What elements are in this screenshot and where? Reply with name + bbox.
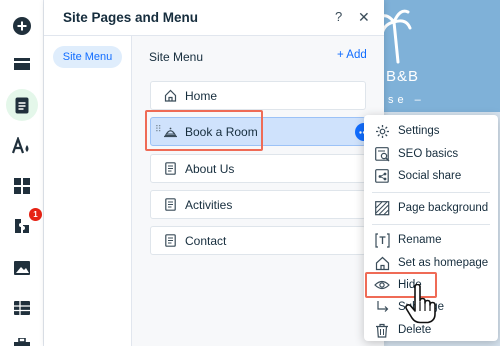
design-icon bbox=[12, 137, 29, 154]
page-label: About Us bbox=[185, 161, 235, 176]
page-label: Activities bbox=[185, 197, 233, 212]
share-icon bbox=[374, 168, 390, 184]
media-button[interactable] bbox=[6, 252, 38, 284]
design-button[interactable] bbox=[6, 130, 38, 162]
page-icon bbox=[163, 162, 177, 176]
sections-icon bbox=[14, 58, 30, 70]
page-item-about-us[interactable]: About Us bbox=[150, 154, 366, 183]
page-item-contact[interactable]: Contact bbox=[150, 226, 366, 255]
preview-site-title: B&B bbox=[386, 68, 420, 85]
menu-item-page-background[interactable]: Page background bbox=[364, 198, 498, 218]
background-icon bbox=[374, 200, 390, 216]
notification-badge: 1 bbox=[29, 208, 42, 221]
pages-menu-button[interactable] bbox=[6, 89, 38, 121]
menu-item-label: Rename bbox=[398, 234, 442, 246]
panel-title: Site Pages and Menu bbox=[63, 10, 199, 25]
add-page-button[interactable]: + Add bbox=[337, 49, 367, 61]
menu-item-label: SEO basics bbox=[398, 148, 459, 160]
menu-item-label: Page background bbox=[398, 202, 489, 214]
gear-icon bbox=[374, 123, 390, 139]
portfolio-button[interactable] bbox=[6, 330, 38, 346]
home-icon bbox=[374, 255, 390, 271]
site-pages-panel: Site Pages and Menu ? ✕ Site Menu Site M… bbox=[44, 0, 384, 346]
portfolio-icon bbox=[14, 338, 30, 346]
help-button[interactable]: ? bbox=[335, 9, 342, 24]
menu-item-rename[interactable]: Rename bbox=[364, 230, 498, 250]
seo-icon bbox=[374, 146, 390, 162]
add-icon bbox=[13, 17, 31, 35]
selected-page-highlight bbox=[145, 110, 263, 151]
menu-item-set-as-homepage[interactable]: Set as homepage bbox=[364, 253, 498, 273]
rename-icon bbox=[374, 232, 390, 248]
page-item-activities[interactable]: Activities bbox=[150, 190, 366, 219]
site-menu-list: Site Menu + Add Home ⠿ Book a Room About… bbox=[132, 36, 384, 346]
section-title: Site Menu bbox=[149, 50, 204, 64]
page-item-home[interactable]: Home bbox=[150, 81, 366, 110]
home-icon bbox=[163, 89, 177, 103]
panel-tabs: Site Menu bbox=[44, 36, 132, 346]
page-icon bbox=[163, 234, 177, 248]
close-button[interactable]: ✕ bbox=[358, 9, 370, 26]
pages-icon bbox=[15, 97, 29, 113]
page-label: Home bbox=[185, 88, 218, 103]
subpage-icon bbox=[374, 299, 390, 315]
page-icon bbox=[163, 198, 177, 212]
apps-button[interactable] bbox=[6, 170, 38, 202]
menu-item-social-share[interactable]: Social share bbox=[364, 166, 498, 186]
editor-toolbar: 1 bbox=[0, 0, 44, 346]
cms-table-button[interactable] bbox=[6, 292, 38, 324]
apps-icon bbox=[14, 178, 30, 194]
trash-icon bbox=[374, 322, 390, 338]
add-elements-button[interactable] bbox=[6, 10, 38, 42]
media-icon bbox=[14, 261, 30, 275]
table-icon bbox=[14, 301, 30, 315]
page-label: Contact bbox=[185, 233, 227, 248]
menu-divider bbox=[372, 192, 490, 193]
tab-site-menu[interactable]: Site Menu bbox=[53, 46, 122, 68]
menu-item-settings[interactable]: Settings bbox=[364, 121, 498, 141]
menu-divider bbox=[372, 224, 490, 225]
hand-cursor-icon bbox=[405, 284, 436, 324]
menu-item-seo-basics[interactable]: SEO basics bbox=[364, 144, 498, 164]
sections-button[interactable] bbox=[6, 49, 38, 81]
preview-site-subtitle: se – bbox=[388, 94, 425, 106]
menu-item-label: Settings bbox=[398, 125, 440, 137]
menu-item-label: Delete bbox=[398, 324, 432, 336]
menu-item-label: Set as homepage bbox=[398, 257, 489, 269]
panel-header: Site Pages and Menu ? ✕ bbox=[44, 0, 384, 36]
app-market-icon bbox=[15, 219, 29, 233]
menu-item-label: Social share bbox=[398, 170, 462, 182]
